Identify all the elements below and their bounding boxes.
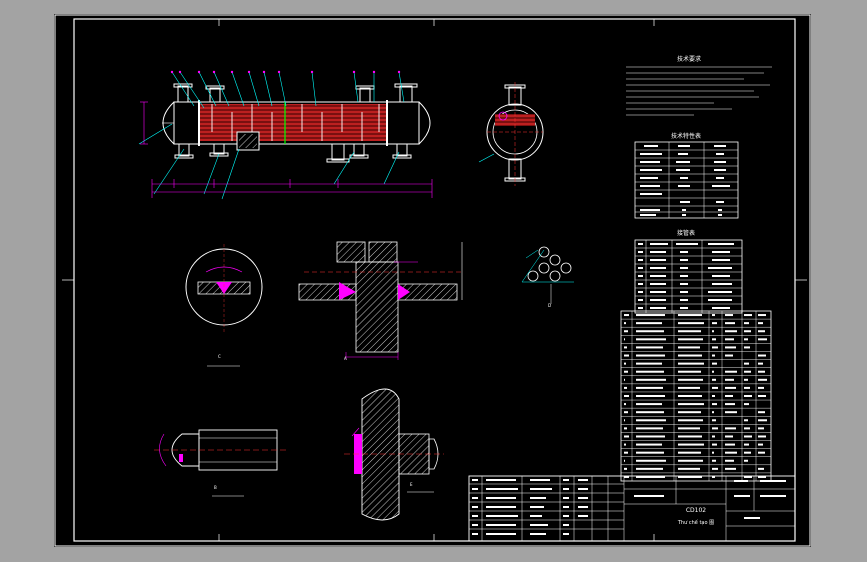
detail-d-label: D [548,303,551,308]
detail-c-label: C [218,354,221,359]
cad-drawing-canvas: 技术要求 技术特性表 接管表 CD102 Thư chế tạo 图 C A D… [54,14,811,547]
detail-b-plug[interactable]: B [154,429,289,497]
parts-list-table[interactable] [620,310,772,482]
detail-a-flange-section[interactable]: A [298,241,464,361]
sheet-border [54,14,811,547]
notes-heading: 技术要求 [677,55,701,63]
drawing-number: CD102 [686,507,706,514]
end-view[interactable] [478,82,544,186]
detail-a-label: A [344,356,347,361]
nozzle-table-heading: 接管表 [677,229,695,237]
detail-d-tube-layout[interactable]: D [521,246,574,308]
tube-bundle [199,104,387,141]
technical-notes: 技术要求 [626,55,772,116]
detail-e-nozzle-section[interactable]: E [344,388,444,521]
nozzle-table[interactable]: 接管表 [634,229,743,314]
detail-e-label: E [410,482,413,487]
detail-b-label: B [214,485,217,490]
cad-viewport[interactable]: 技术要求 技术特性表 接管表 CD102 Thư chế tạo 图 C A D… [54,14,811,547]
tech-characteristics-table[interactable]: 技术特性表 [634,132,739,219]
detail-c-weld-view[interactable]: C [185,244,263,367]
title-block[interactable]: CD102 Thư chế tạo 图 [468,475,796,542]
heat-exchanger-elevation[interactable] [138,70,433,200]
tech-table-heading: 技术特性表 [671,132,701,140]
drawing-name: Thư chế tạo 图 [677,519,714,526]
